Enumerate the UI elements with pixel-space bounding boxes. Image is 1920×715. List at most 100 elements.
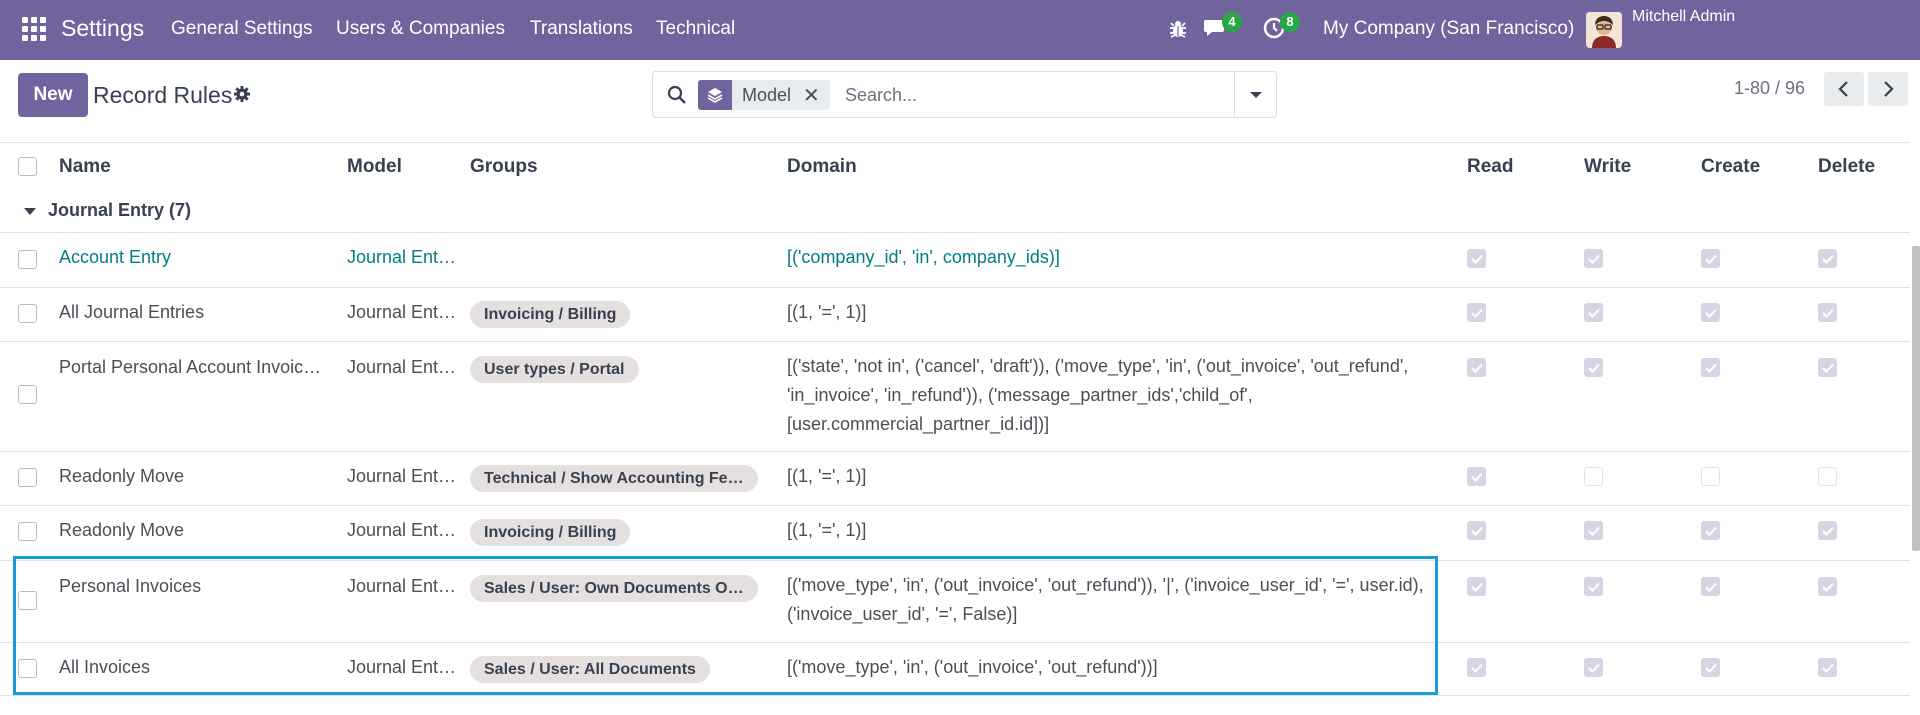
check-icon <box>1704 254 1717 264</box>
group-tag[interactable]: Sales / User: Own Documents O… <box>470 575 758 602</box>
delete-checkbox[interactable] <box>1818 467 1837 486</box>
row-checkbox[interactable] <box>18 304 37 323</box>
row-checkbox[interactable] <box>18 385 37 404</box>
delete-checkbox[interactable] <box>1818 658 1837 677</box>
group-tag[interactable]: User types / Portal <box>470 356 639 383</box>
search-input[interactable] <box>843 80 1223 110</box>
read-checkbox[interactable] <box>1467 577 1486 596</box>
vertical-scrollbar[interactable] <box>1912 246 1920 551</box>
read-checkbox[interactable] <box>1467 358 1486 377</box>
check-icon <box>1821 363 1834 373</box>
read-checkbox[interactable] <box>1467 303 1486 322</box>
check-icon <box>1587 363 1600 373</box>
read-checkbox[interactable] <box>1467 658 1486 677</box>
table-row[interactable]: All Journal Entries Journal Ent… Invoici… <box>0 287 1910 341</box>
check-icon <box>1704 308 1717 318</box>
read-checkbox[interactable] <box>1467 249 1486 268</box>
group-row-journal-entry[interactable]: Journal Entry (7) <box>0 195 1910 233</box>
column-header-groups[interactable]: Groups <box>470 156 538 178</box>
select-all-checkbox[interactable] <box>18 157 37 176</box>
user-avatar[interactable] <box>1586 12 1622 48</box>
search-facet-model: Model ✕ <box>698 80 830 110</box>
rule-name[interactable]: Personal Invoices <box>59 576 201 597</box>
table-row[interactable]: Portal Personal Account Invoic… Journal … <box>0 341 1910 451</box>
facet-label: Model <box>742 84 792 105</box>
layers-icon <box>698 80 732 110</box>
rule-name[interactable]: All Journal Entries <box>59 302 204 323</box>
create-checkbox[interactable] <box>1701 467 1720 486</box>
column-header-domain[interactable]: Domain <box>787 156 857 178</box>
row-checkbox[interactable] <box>18 659 37 678</box>
pager-previous-button[interactable] <box>1824 72 1864 106</box>
column-header-model[interactable]: Model <box>347 156 402 178</box>
search-icon[interactable] <box>667 85 687 110</box>
delete-checkbox[interactable] <box>1818 358 1837 377</box>
delete-checkbox[interactable] <box>1818 521 1837 540</box>
write-checkbox[interactable] <box>1584 658 1603 677</box>
row-checkbox[interactable] <box>18 522 37 541</box>
rule-name[interactable]: Readonly Move <box>59 520 184 541</box>
create-checkbox[interactable] <box>1701 658 1720 677</box>
read-checkbox[interactable] <box>1467 521 1486 540</box>
create-checkbox[interactable] <box>1701 577 1720 596</box>
check-icon <box>1821 526 1834 536</box>
search-options-toggle[interactable] <box>1234 72 1276 117</box>
check-icon <box>1587 663 1600 673</box>
column-header-delete[interactable]: Delete <box>1818 156 1875 178</box>
column-header-write[interactable]: Write <box>1584 156 1631 178</box>
app-name[interactable]: Settings <box>61 15 144 42</box>
group-tag[interactable]: Sales / User: All Documents <box>470 656 710 683</box>
pager-next-button[interactable] <box>1868 72 1908 106</box>
check-icon <box>1704 526 1717 536</box>
menu-users-companies[interactable]: Users & Companies <box>336 18 505 40</box>
row-checkbox[interactable] <box>18 250 37 269</box>
rule-model: Journal Ent… <box>347 576 457 596</box>
menu-technical[interactable]: Technical <box>656 18 735 40</box>
user-name[interactable]: Mitchell Admin <box>1632 8 1735 26</box>
delete-checkbox[interactable] <box>1818 249 1837 268</box>
table-row[interactable]: Personal Invoices Journal Ent… Sales / U… <box>0 560 1910 642</box>
write-checkbox[interactable] <box>1584 249 1603 268</box>
table-row[interactable]: Readonly Move Journal Ent… Invoicing / B… <box>0 505 1910 560</box>
table-row[interactable]: Readonly Move Journal Ent… Technical / S… <box>0 451 1910 505</box>
check-icon <box>1704 663 1717 673</box>
pager-value[interactable]: 1-80 / 96 <box>1734 78 1805 99</box>
create-checkbox[interactable] <box>1701 521 1720 540</box>
new-button[interactable]: New <box>18 73 88 117</box>
table-row[interactable]: All Invoices Journal Ent… Sales / User: … <box>0 642 1910 696</box>
row-checkbox[interactable] <box>18 468 37 487</box>
rule-name[interactable]: Portal Personal Account Invoic… <box>59 357 334 378</box>
delete-checkbox[interactable] <box>1818 577 1837 596</box>
group-tag[interactable]: Invoicing / Billing <box>470 519 631 546</box>
read-checkbox[interactable] <box>1467 467 1486 486</box>
facet-remove-icon[interactable]: ✕ <box>803 83 830 108</box>
company-switcher[interactable]: My Company (San Francisco) <box>1323 18 1574 40</box>
group-label: Journal Entry (7) <box>48 200 192 220</box>
rule-name[interactable]: Account Entry <box>59 247 171 268</box>
create-checkbox[interactable] <box>1701 303 1720 322</box>
create-checkbox[interactable] <box>1701 249 1720 268</box>
menu-general-settings[interactable]: General Settings <box>171 18 313 40</box>
write-checkbox[interactable] <box>1584 358 1603 377</box>
column-header-name[interactable]: Name <box>59 156 111 178</box>
menu-translations[interactable]: Translations <box>530 18 633 40</box>
table-row[interactable]: Account Entry Journal Ent… [('company_id… <box>0 232 1910 287</box>
create-checkbox[interactable] <box>1701 358 1720 377</box>
group-tag[interactable]: Technical / Show Accounting Fe… <box>470 465 758 492</box>
rule-name[interactable]: All Invoices <box>59 657 150 678</box>
write-checkbox[interactable] <box>1584 303 1603 322</box>
rule-model[interactable]: Journal Ent… <box>347 247 456 268</box>
delete-checkbox[interactable] <box>1818 303 1837 322</box>
row-checkbox[interactable] <box>18 591 37 610</box>
group-tag[interactable]: Invoicing / Billing <box>470 301 631 328</box>
debug-bug-icon[interactable] <box>1167 18 1189 45</box>
check-icon <box>1821 582 1834 592</box>
gear-icon[interactable] <box>233 85 251 108</box>
apps-menu-icon[interactable] <box>22 17 46 41</box>
write-checkbox[interactable] <box>1584 577 1603 596</box>
rule-name[interactable]: Readonly Move <box>59 466 184 487</box>
write-checkbox[interactable] <box>1584 521 1603 540</box>
write-checkbox[interactable] <box>1584 467 1603 486</box>
column-header-read[interactable]: Read <box>1467 156 1513 178</box>
column-header-create[interactable]: Create <box>1701 156 1760 178</box>
